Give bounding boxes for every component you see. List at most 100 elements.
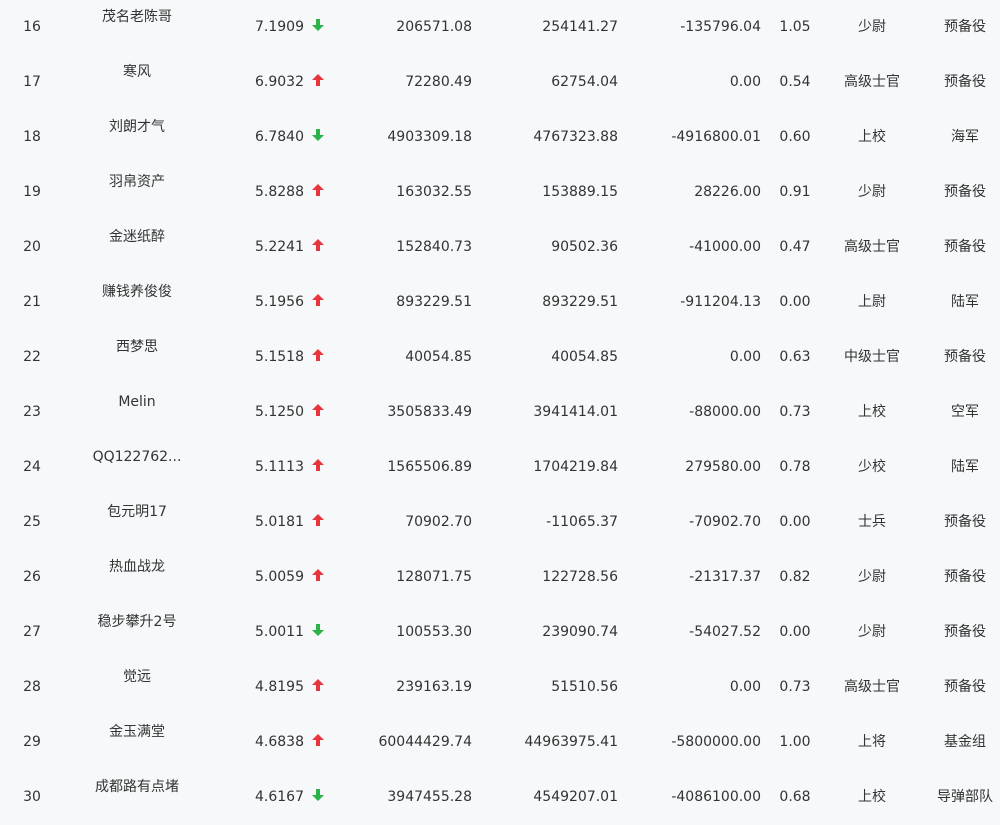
account-name-link[interactable]: 觉远 <box>62 667 212 687</box>
military-rank-label: 少尉 <box>858 624 886 640</box>
value-column-1: 1565506.89 <box>387 459 472 475</box>
military-rank-label: 少尉 <box>858 19 886 35</box>
account-name-link[interactable]: 西梦思 <box>62 337 212 357</box>
branch-label: 预备役 <box>944 74 986 90</box>
ratio-value: 0.82 <box>779 569 811 585</box>
value-column-2: 4767323.88 <box>533 129 618 145</box>
rank-number: 17 <box>23 74 41 90</box>
arrow-up-icon <box>311 73 327 89</box>
branch-label: 基金组 <box>944 734 986 750</box>
table-body: 16 茂名老陈哥 7.1909 206571.08 254141.27 -135… <box>0 0 1000 825</box>
military-rank-label: 少尉 <box>858 569 886 585</box>
account-name-link[interactable]: 成都路有点堵 <box>62 777 212 797</box>
score-value: 6.7840 <box>255 129 304 145</box>
value-column-1: 3505833.49 <box>387 404 472 420</box>
table-row[interactable]: 28 觉远 4.8195 239163.19 51510.56 0.00 0.7… <box>0 660 1000 715</box>
score-value: 5.1518 <box>255 349 304 365</box>
value-column-2: 1704219.84 <box>533 459 618 475</box>
ratio-value: 0.73 <box>779 404 811 420</box>
table-row[interactable]: 29 金玉满堂 4.6838 60044429.74 44963975.41 -… <box>0 715 1000 770</box>
table-row[interactable]: 30 成都路有点堵 4.6167 3947455.28 4549207.01 -… <box>0 770 1000 825</box>
table-row[interactable]: 17 寒风 6.9032 72280.49 62754.04 0.00 0.54… <box>0 55 1000 110</box>
account-name-link[interactable]: 金迷纸醉 <box>62 227 212 247</box>
table-row[interactable]: 19 羽帛资产 5.8288 163032.55 153889.15 28226… <box>0 165 1000 220</box>
value-column-1: 206571.08 <box>396 19 472 35</box>
score-value: 5.0059 <box>255 569 304 585</box>
value-column-1: 40054.85 <box>405 349 472 365</box>
ratio-value: 0.47 <box>779 239 811 255</box>
arrow-down-icon <box>311 623 327 639</box>
account-name-link[interactable]: 赚钱养俊俊 <box>62 282 212 302</box>
value-column-3: 279580.00 <box>685 459 761 475</box>
account-name-link[interactable]: 金玉满堂 <box>62 722 212 742</box>
branch-label: 空军 <box>951 404 979 420</box>
arrow-up-icon <box>311 183 327 199</box>
rank-number: 21 <box>23 294 41 310</box>
table-row[interactable]: 20 金迷纸醉 5.2241 152840.73 90502.36 -41000… <box>0 220 1000 275</box>
ratio-value: 0.91 <box>779 184 811 200</box>
score-value: 5.2241 <box>255 239 304 255</box>
military-rank-label: 士兵 <box>858 514 886 530</box>
arrow-up-icon <box>311 568 327 584</box>
value-column-1: 72280.49 <box>405 74 472 90</box>
table-row[interactable]: 27 稳步攀升2号 5.0011 100553.30 239090.74 -54… <box>0 605 1000 660</box>
score-value: 5.1113 <box>255 459 304 475</box>
arrow-down-icon <box>311 18 327 34</box>
account-name-link[interactable]: 刘朗才气 <box>62 117 212 137</box>
value-column-3: -135796.04 <box>680 19 761 35</box>
rank-number: 29 <box>23 734 41 750</box>
score-value: 5.1250 <box>255 404 304 420</box>
score-value: 4.8195 <box>255 679 304 695</box>
rank-number: 24 <box>23 459 41 475</box>
account-name-link[interactable]: Melin <box>62 392 212 412</box>
value-column-3: -54027.52 <box>689 624 761 640</box>
table-row[interactable]: 16 茂名老陈哥 7.1909 206571.08 254141.27 -135… <box>0 0 1000 55</box>
value-column-3: -4086100.00 <box>671 789 761 805</box>
value-column-3: -5800000.00 <box>671 734 761 750</box>
value-column-3: -88000.00 <box>689 404 761 420</box>
table-row[interactable]: 22 西梦思 5.1518 40054.85 40054.85 0.00 0.6… <box>0 330 1000 385</box>
value-column-3: -41000.00 <box>689 239 761 255</box>
account-name-link[interactable]: 羽帛资产 <box>62 172 212 192</box>
arrow-down-icon <box>311 788 327 804</box>
value-column-2: 62754.04 <box>551 74 618 90</box>
arrow-up-icon <box>311 513 327 529</box>
account-name-link[interactable]: QQ122762... <box>62 447 212 467</box>
rank-number: 19 <box>23 184 41 200</box>
value-column-1: 152840.73 <box>396 239 472 255</box>
value-column-2: 90502.36 <box>551 239 618 255</box>
account-name-link[interactable]: 包元明17 <box>62 502 212 522</box>
value-column-2: 3941414.01 <box>533 404 618 420</box>
table-row[interactable]: 25 包元明17 5.0181 70902.70 -11065.37 -7090… <box>0 495 1000 550</box>
score-value: 7.1909 <box>255 19 304 35</box>
value-column-2: 40054.85 <box>551 349 618 365</box>
account-name-link[interactable]: 寒风 <box>62 62 212 82</box>
value-column-2: 153889.15 <box>542 184 618 200</box>
value-column-1: 239163.19 <box>396 679 472 695</box>
rank-number: 20 <box>23 239 41 255</box>
score-value: 6.9032 <box>255 74 304 90</box>
branch-label: 海军 <box>951 129 979 145</box>
branch-label: 预备役 <box>944 184 986 200</box>
value-column-3: -21317.37 <box>689 569 761 585</box>
score-value: 5.0011 <box>255 624 304 640</box>
account-name-link[interactable]: 稳步攀升2号 <box>62 612 212 632</box>
military-rank-label: 少尉 <box>858 184 886 200</box>
value-column-2: 51510.56 <box>551 679 618 695</box>
table-row[interactable]: 21 赚钱养俊俊 5.1956 893229.51 893229.51 -911… <box>0 275 1000 330</box>
value-column-3: 28226.00 <box>694 184 761 200</box>
arrow-down-icon <box>311 128 327 144</box>
ratio-value: 1.00 <box>779 734 811 750</box>
account-name-link[interactable]: 茂名老陈哥 <box>62 7 212 27</box>
branch-label: 预备役 <box>944 679 986 695</box>
ratio-value: 0.78 <box>779 459 811 475</box>
table-row[interactable]: 24 QQ122762... 5.1113 1565506.89 1704219… <box>0 440 1000 495</box>
arrow-up-icon <box>311 238 327 254</box>
table-row[interactable]: 18 刘朗才气 6.7840 4903309.18 4767323.88 -49… <box>0 110 1000 165</box>
account-name-link[interactable]: 热血战龙 <box>62 557 212 577</box>
military-rank-label: 上校 <box>858 404 886 420</box>
rank-number: 18 <box>23 129 41 145</box>
branch-label: 预备役 <box>944 19 986 35</box>
table-row[interactable]: 26 热血战龙 5.0059 128071.75 122728.56 -2131… <box>0 550 1000 605</box>
table-row[interactable]: 23 Melin 5.1250 3505833.49 3941414.01 -8… <box>0 385 1000 440</box>
